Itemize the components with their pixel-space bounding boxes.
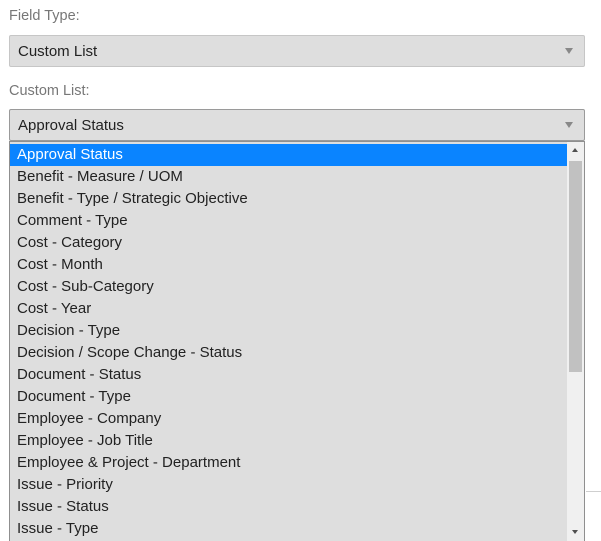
divider (586, 491, 601, 492)
dropdown-option[interactable]: Benefit - Type / Strategic Objective (10, 188, 568, 210)
scrollbar-thumb[interactable] (569, 161, 582, 372)
dropdown-option[interactable]: Decision - Type (10, 320, 568, 342)
dropdown-option[interactable]: Employee - Job Title (10, 430, 568, 452)
dropdown-option[interactable]: Cost - Month (10, 254, 568, 276)
dropdown-option[interactable]: Comment - Type (10, 210, 568, 232)
field-type-label: Field Type: (9, 8, 80, 24)
dropdown-option[interactable]: Employee & Project - Department (10, 452, 568, 474)
dropdown-option[interactable]: Document - Status (10, 364, 568, 386)
dropdown-option[interactable]: Benefit - Measure / UOM (10, 166, 568, 188)
chevron-down-icon (565, 122, 573, 128)
dropdown-option[interactable]: Cost - Category (10, 232, 568, 254)
scrollbar[interactable] (567, 142, 584, 541)
dropdown-option[interactable]: Decision / Scope Change - Status (10, 342, 568, 364)
dropdown-option[interactable]: Cost - Sub-Category (10, 276, 568, 298)
custom-list-select[interactable]: Approval Status (9, 109, 585, 141)
dropdown-option[interactable]: Document - Type (10, 386, 568, 408)
option-list: Approval Status Benefit - Measure / UOM Be… (10, 144, 568, 540)
scroll-up-arrow-icon[interactable] (567, 142, 584, 159)
custom-list-value: Approval Status (18, 117, 124, 134)
field-type-select[interactable]: Custom List (9, 35, 585, 67)
dropdown-option[interactable]: Issue - Priority (10, 474, 568, 496)
dropdown-option[interactable]: Approval Status (10, 144, 568, 166)
dropdown-option[interactable]: Employee - Company (10, 408, 568, 430)
field-type-value: Custom List (18, 43, 98, 60)
dropdown-option[interactable]: Cost - Year (10, 298, 568, 320)
custom-list-label: Custom List: (9, 83, 90, 99)
scroll-down-arrow-icon[interactable] (567, 524, 584, 541)
chevron-down-icon (565, 48, 573, 54)
dropdown-option[interactable]: Issue - Type (10, 518, 568, 540)
custom-list-dropdown[interactable]: Approval Status Benefit - Measure / UOM Be… (9, 141, 585, 541)
dropdown-option[interactable]: Issue - Status (10, 496, 568, 518)
